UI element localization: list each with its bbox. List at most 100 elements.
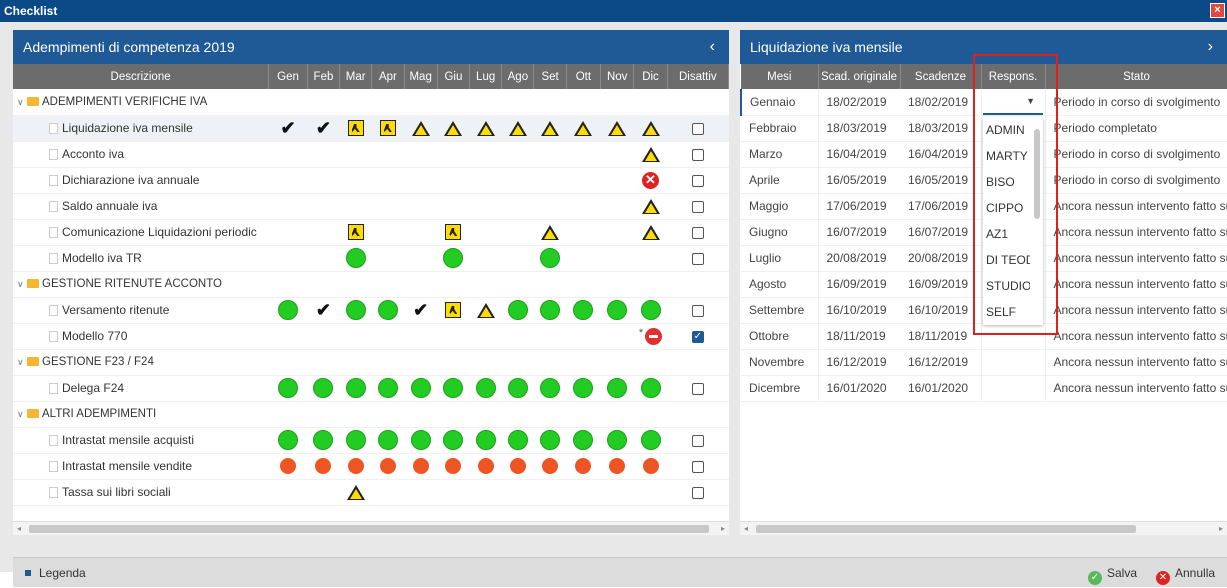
scroll-left-icon[interactable]: ◂ bbox=[17, 522, 21, 536]
month-cell[interactable] bbox=[469, 115, 502, 142]
month-cell[interactable]: * bbox=[633, 323, 668, 350]
disattiva-checkbox[interactable] bbox=[691, 174, 704, 187]
column-header[interactable]: Disattiv bbox=[667, 64, 730, 89]
disattiva-checkbox[interactable] bbox=[691, 434, 704, 447]
month-cell[interactable] bbox=[633, 141, 668, 168]
month-cell[interactable] bbox=[633, 375, 668, 402]
column-header[interactable]: Ago bbox=[501, 64, 535, 89]
cell[interactable] bbox=[980, 349, 1046, 376]
month-cell[interactable] bbox=[633, 219, 668, 246]
month-cell[interactable] bbox=[268, 427, 308, 454]
month-cell[interactable]: ✔ bbox=[404, 297, 438, 324]
month-cell[interactable] bbox=[633, 427, 668, 454]
month-cell[interactable] bbox=[533, 453, 567, 480]
month-cell[interactable] bbox=[501, 297, 534, 324]
month-cell[interactable] bbox=[339, 219, 372, 246]
disattiva-checkbox[interactable] bbox=[691, 122, 704, 135]
month-cell[interactable] bbox=[600, 375, 634, 402]
table-row[interactable]: Modello 770 * ✓ bbox=[13, 323, 729, 350]
table-row[interactable]: Acconto iva bbox=[13, 141, 729, 168]
scroll-left-icon[interactable]: ◂ bbox=[744, 522, 748, 536]
legend-button[interactable]: Legenda bbox=[25, 558, 86, 588]
column-header[interactable]: Mag bbox=[404, 64, 438, 89]
month-cell[interactable] bbox=[404, 427, 438, 454]
month-cell[interactable] bbox=[533, 375, 567, 402]
month-cell[interactable] bbox=[371, 115, 405, 142]
month-cell[interactable] bbox=[533, 115, 567, 142]
disattiva-checkbox[interactable] bbox=[691, 148, 704, 161]
month-cell[interactable] bbox=[339, 245, 372, 272]
column-header[interactable]: Dic bbox=[633, 64, 668, 89]
month-cell[interactable] bbox=[633, 193, 668, 220]
scrollbar-thumb[interactable] bbox=[756, 525, 1136, 533]
month-cell[interactable] bbox=[469, 453, 502, 480]
scroll-right-icon[interactable]: ▸ bbox=[721, 522, 725, 536]
disattiva-checkbox[interactable] bbox=[691, 226, 704, 239]
panel-splitter[interactable] bbox=[729, 30, 740, 535]
month-cell[interactable] bbox=[339, 115, 372, 142]
month-cell[interactable] bbox=[600, 453, 634, 480]
month-cell[interactable] bbox=[437, 297, 470, 324]
month-cell[interactable] bbox=[371, 297, 405, 324]
month-cell[interactable] bbox=[404, 115, 438, 142]
month-cell[interactable]: ✕ bbox=[633, 167, 668, 194]
scroll-right-icon[interactable]: ▸ bbox=[1219, 522, 1223, 536]
month-cell[interactable] bbox=[268, 453, 308, 480]
month-cell[interactable] bbox=[437, 115, 470, 142]
month-cell[interactable] bbox=[307, 453, 340, 480]
disattiva-checkbox[interactable] bbox=[691, 304, 704, 317]
chevron-down-icon[interactable]: ∨ bbox=[17, 357, 25, 368]
month-cell[interactable] bbox=[533, 297, 567, 324]
table-row[interactable]: Dicembre 16/01/2020 16/01/2020 Ancora nessu… bbox=[741, 375, 1227, 402]
chevron-right-icon[interactable]: › bbox=[1208, 30, 1213, 64]
month-cell[interactable] bbox=[307, 375, 340, 402]
column-header[interactable]: Scadenze bbox=[900, 64, 982, 89]
close-icon[interactable]: × bbox=[1210, 3, 1225, 18]
table-row[interactable]: Intrastat mensile vendite bbox=[13, 453, 729, 480]
chevron-left-icon[interactable]: ‹ bbox=[710, 30, 715, 64]
disattiva-checkbox[interactable] bbox=[691, 486, 704, 499]
scrollbar-thumb[interactable] bbox=[29, 525, 709, 533]
month-cell[interactable] bbox=[501, 115, 534, 142]
save-button[interactable]: ✓ Salva bbox=[1088, 558, 1137, 588]
table-row[interactable]: Dichiarazione iva annuale ✕ bbox=[13, 167, 729, 194]
column-header[interactable]: Apr bbox=[371, 64, 405, 89]
column-header[interactable]: Gen bbox=[268, 64, 308, 89]
month-cell[interactable] bbox=[469, 297, 502, 324]
month-cell[interactable] bbox=[371, 375, 405, 402]
month-cell[interactable] bbox=[307, 427, 340, 454]
column-header[interactable]: Nov bbox=[600, 64, 635, 89]
horizontal-scrollbar[interactable]: ◂ ▸ bbox=[740, 521, 1227, 535]
table-row[interactable]: Tassa sui libri sociali bbox=[13, 479, 729, 506]
month-cell[interactable] bbox=[268, 375, 308, 402]
month-cell[interactable] bbox=[633, 453, 668, 480]
month-cell[interactable] bbox=[437, 375, 470, 402]
column-header[interactable]: Giu bbox=[437, 64, 471, 89]
table-row[interactable]: Intrastat mensile acquisti bbox=[13, 427, 729, 454]
month-cell[interactable]: ✔ bbox=[307, 297, 340, 324]
month-cell[interactable] bbox=[566, 427, 601, 454]
month-cell[interactable] bbox=[633, 115, 668, 142]
month-cell[interactable] bbox=[437, 453, 470, 480]
month-cell[interactable] bbox=[566, 453, 601, 480]
month-cell[interactable] bbox=[339, 453, 372, 480]
month-cell[interactable] bbox=[600, 115, 634, 142]
disattiva-checkbox[interactable] bbox=[691, 200, 704, 213]
month-cell[interactable] bbox=[437, 427, 470, 454]
column-header[interactable]: Set bbox=[533, 64, 567, 89]
column-header[interactable]: Stato bbox=[1045, 64, 1227, 89]
month-cell[interactable] bbox=[339, 375, 372, 402]
table-row[interactable]: Novembre 16/12/2019 16/12/2019 Ancora nessu… bbox=[741, 349, 1227, 376]
disattiva-checkbox[interactable] bbox=[691, 460, 704, 473]
group-row[interactable]: ∨ GESTIONE RITENUTE ACCONTO bbox=[13, 271, 729, 298]
month-cell[interactable] bbox=[437, 219, 470, 246]
month-cell[interactable] bbox=[469, 427, 502, 454]
month-cell[interactable] bbox=[268, 297, 308, 324]
column-header[interactable]: Descrizione bbox=[13, 64, 270, 89]
month-cell[interactable] bbox=[371, 427, 405, 454]
month-cell[interactable]: ✔ bbox=[307, 115, 340, 142]
table-row[interactable]: Modello iva TR bbox=[13, 245, 729, 272]
cancel-button[interactable]: ✕ Annulla bbox=[1156, 558, 1215, 588]
month-cell[interactable] bbox=[501, 375, 534, 402]
column-header[interactable]: Mar bbox=[339, 64, 373, 89]
